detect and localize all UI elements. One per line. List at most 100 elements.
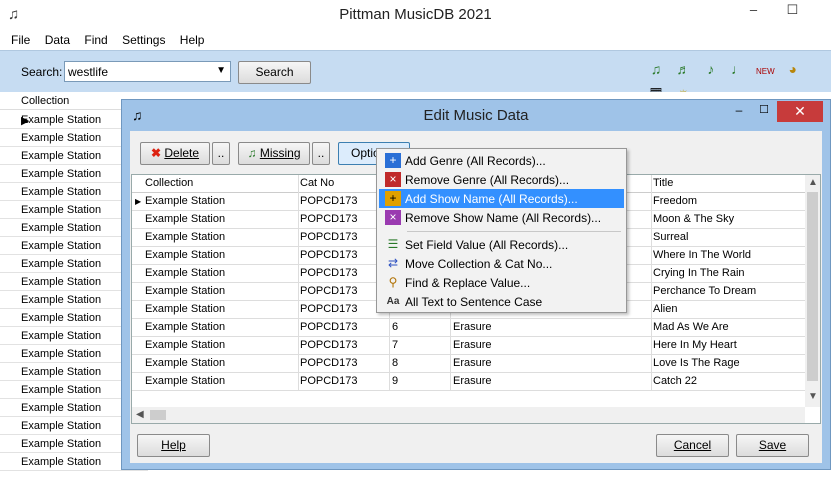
- cell-collection[interactable]: Example Station: [145, 213, 225, 225]
- delete-button[interactable]: ✖ Delete: [140, 142, 210, 165]
- cell-artist[interactable]: Erasure: [453, 357, 492, 369]
- cell-collection[interactable]: Example Station: [145, 339, 225, 351]
- palette-icon[interactable]: ◕: [783, 59, 803, 79]
- background-row-collection: Example Station: [21, 204, 102, 216]
- music-note-icon[interactable]: ♫: [646, 59, 666, 79]
- menu-item-sentence-case[interactable]: Aa All Text to Sentence Case: [379, 292, 624, 311]
- menu-item-remove-genre[interactable]: × Remove Genre (All Records)...: [379, 170, 624, 189]
- menu-item-add-show[interactable]: + Add Show Name (All Records)...: [379, 189, 624, 208]
- cell-collection[interactable]: Example Station: [145, 375, 225, 387]
- cancel-button[interactable]: Cancel: [656, 434, 729, 457]
- cell-catno[interactable]: POPCD173: [300, 195, 357, 207]
- grid-header-title[interactable]: Title: [653, 177, 673, 189]
- cell-track[interactable]: 8: [392, 357, 398, 369]
- cell-artist[interactable]: Erasure: [453, 339, 492, 351]
- minimize-icon[interactable]: –: [740, 0, 767, 21]
- menu-item-find-replace[interactable]: ⚲ Find & Replace Value...: [379, 273, 624, 292]
- scroll-up-icon[interactable]: ▲: [808, 177, 818, 188]
- horizontal-scroll-thumb[interactable]: [150, 410, 166, 420]
- cell-title[interactable]: Crying In The Rain: [653, 267, 745, 279]
- cancel-button-label: Cancel: [673, 438, 712, 452]
- cell-track[interactable]: 7: [392, 339, 398, 351]
- cell-collection[interactable]: Example Station: [145, 231, 225, 243]
- delete-more-button[interactable]: ..: [212, 142, 230, 165]
- table-row[interactable]: Example Station POPCD173 8 Erasure Love Is T…: [132, 355, 805, 373]
- cell-title[interactable]: Perchance To Dream: [653, 285, 756, 297]
- cell-title[interactable]: Alien: [653, 303, 677, 315]
- search-value: westlife: [68, 65, 109, 79]
- cell-track[interactable]: 6: [392, 321, 398, 333]
- dialog-maximize-icon[interactable]: ☐: [754, 103, 774, 121]
- cell-collection[interactable]: Example Station: [145, 195, 225, 207]
- cell-catno[interactable]: POPCD173: [300, 321, 357, 333]
- background-row-collection: Example Station: [21, 222, 102, 234]
- cell-collection[interactable]: Example Station: [145, 357, 225, 369]
- scroll-down-icon[interactable]: ▼: [808, 391, 818, 402]
- cell-collection[interactable]: Example Station: [145, 285, 225, 297]
- background-row-collection: Example Station: [21, 258, 102, 270]
- save-button[interactable]: Save: [736, 434, 809, 457]
- cell-title[interactable]: Love Is The Rage: [653, 357, 740, 369]
- cell-title[interactable]: Mad As We Are: [653, 321, 729, 333]
- delete-button-label: Delete: [164, 146, 200, 160]
- missing-more-button[interactable]: ..: [312, 142, 330, 165]
- dialog-minimize-icon[interactable]: –: [729, 103, 749, 121]
- menu-data[interactable]: Data: [45, 31, 70, 47]
- cell-title[interactable]: Surreal: [653, 231, 688, 243]
- menu-item-remove-show[interactable]: × Remove Show Name (All Records)...: [379, 208, 624, 227]
- menu-file[interactable]: File: [11, 31, 30, 47]
- dialog-close-icon[interactable]: ✕: [777, 101, 823, 122]
- cell-collection[interactable]: Example Station: [145, 267, 225, 279]
- cell-title[interactable]: Catch 22: [653, 375, 697, 387]
- menu-settings[interactable]: Settings: [122, 31, 165, 47]
- cell-title[interactable]: Where In The World: [653, 249, 751, 261]
- grid-horizontal-scrollbar[interactable]: ◀: [132, 407, 805, 423]
- grid-vertical-scrollbar[interactable]: ▲ ▼: [805, 175, 820, 407]
- menu-help[interactable]: Help: [180, 31, 205, 47]
- new-icon[interactable]: NEW: [755, 62, 775, 82]
- vertical-scroll-thumb[interactable]: [807, 192, 818, 381]
- menu-find[interactable]: Find: [84, 31, 107, 47]
- background-row-collection: Example Station: [21, 456, 102, 468]
- cell-catno[interactable]: POPCD173: [300, 267, 357, 279]
- missing-button[interactable]: ♫ Missing: [238, 142, 310, 165]
- grid-header-catno[interactable]: Cat No: [300, 177, 334, 189]
- cell-track[interactable]: 9: [392, 375, 398, 387]
- cell-catno[interactable]: POPCD173: [300, 231, 357, 243]
- search-button-label: Search: [255, 65, 294, 79]
- cell-catno[interactable]: POPCD173: [300, 357, 357, 369]
- cell-catno[interactable]: POPCD173: [300, 303, 357, 315]
- menu-item-set-field[interactable]: ☰ Set Field Value (All Records)...: [379, 235, 624, 254]
- music-add-icon[interactable]: ♬: [673, 59, 693, 79]
- grid-header-collection[interactable]: Collection: [145, 177, 193, 189]
- cell-artist[interactable]: Erasure: [453, 321, 492, 333]
- cell-collection[interactable]: Example Station: [145, 321, 225, 333]
- help-button[interactable]: Help: [137, 434, 210, 457]
- table-row[interactable]: Example Station POPCD173 6 Erasure Mad As We…: [132, 319, 805, 337]
- cell-catno[interactable]: POPCD173: [300, 213, 357, 225]
- search-combo[interactable]: westlife ▼: [64, 61, 231, 82]
- cell-collection[interactable]: Example Station: [145, 303, 225, 315]
- background-row-collection: Example Station: [21, 240, 102, 252]
- cell-collection[interactable]: Example Station: [145, 249, 225, 261]
- maximize-icon[interactable]: ☐: [779, 0, 806, 21]
- table-row[interactable]: Example Station POPCD173 9 Erasure Catch 22: [132, 373, 805, 391]
- music-list-icon[interactable]: ♪: [701, 59, 721, 79]
- table-row[interactable]: Example Station POPCD173 7 Erasure Here In M…: [132, 337, 805, 355]
- cell-title[interactable]: Here In My Heart: [653, 339, 737, 351]
- background-row-collection: Example Station: [21, 384, 102, 396]
- cell-title[interactable]: Moon & The Sky: [653, 213, 734, 225]
- chevron-down-icon[interactable]: ▼: [216, 65, 226, 76]
- scroll-left-icon[interactable]: ◀: [136, 409, 144, 420]
- music-edit-icon[interactable]: ♩: [728, 59, 748, 79]
- background-row-collection: Example Station: [21, 366, 102, 378]
- cell-catno[interactable]: POPCD173: [300, 375, 357, 387]
- search-button[interactable]: Search: [238, 61, 311, 84]
- menu-item-add-genre[interactable]: + Add Genre (All Records)...: [379, 151, 624, 170]
- cell-catno[interactable]: POPCD173: [300, 285, 357, 297]
- menu-item-move-collection[interactable]: ⇄ Move Collection & Cat No...: [379, 254, 624, 273]
- cell-artist[interactable]: Erasure: [453, 375, 492, 387]
- cell-title[interactable]: Freedom: [653, 195, 697, 207]
- cell-catno[interactable]: POPCD173: [300, 249, 357, 261]
- cell-catno[interactable]: POPCD173: [300, 339, 357, 351]
